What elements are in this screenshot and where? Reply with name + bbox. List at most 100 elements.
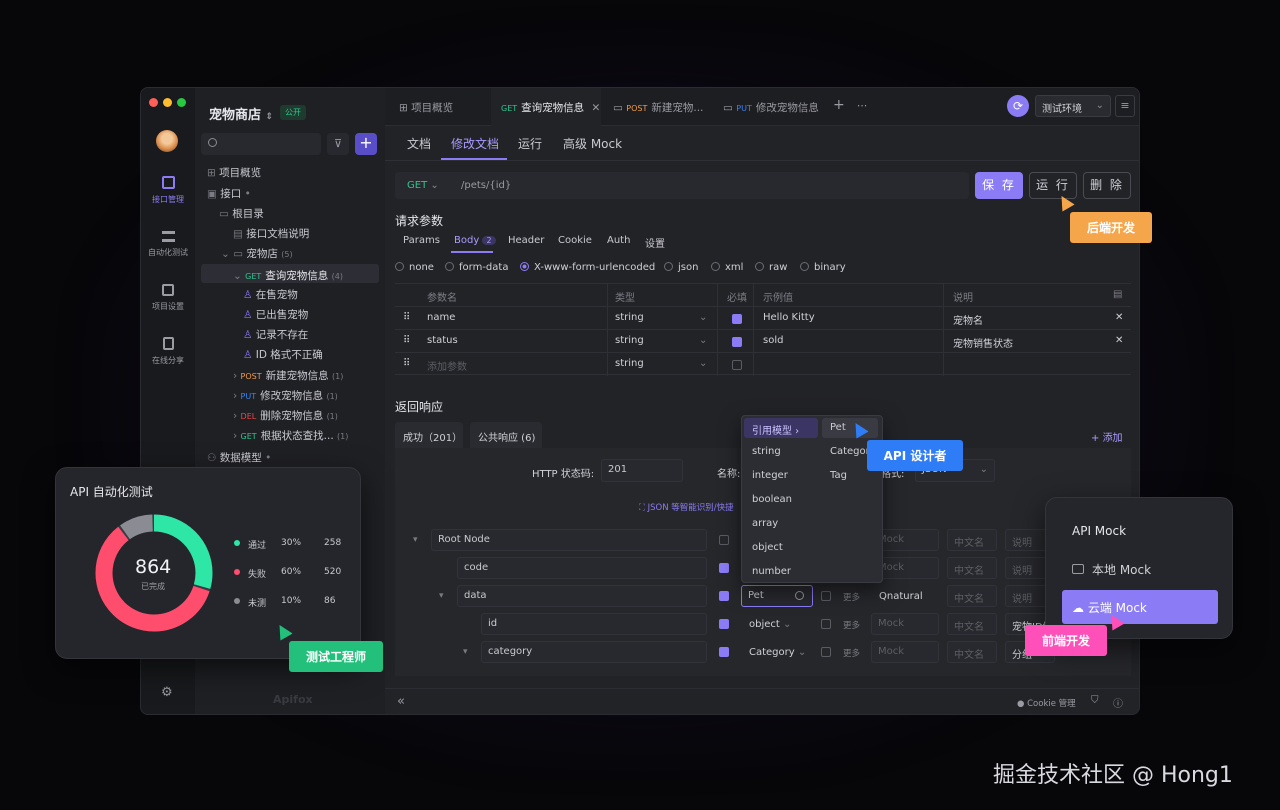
maximize-dot[interactable] [177, 98, 186, 107]
filter-button[interactable]: ⊽ [327, 133, 349, 155]
drag-handle-icon[interactable]: ⠿ [403, 335, 410, 346]
schema-id[interactable]: id [481, 613, 707, 635]
radio-urlencoded[interactable]: X-www-form-urlencoded [520, 262, 655, 273]
project-title[interactable]: 宠物商店 ⇕ [209, 104, 273, 123]
cn-name-input[interactable]: 中文名 [947, 613, 997, 635]
response-tab-common[interactable]: 公共响应 (6) [470, 422, 542, 448]
more-link[interactable]: 更多 [843, 619, 860, 631]
tree-root[interactable]: ▭ 根目录 [219, 206, 264, 221]
radio-json[interactable]: json [664, 262, 698, 273]
tree-api[interactable]: › DEL 删除宠物信息 (1) [233, 408, 338, 423]
type-option[interactable]: boolean [752, 494, 792, 505]
auth-tab[interactable]: Auth [607, 235, 630, 246]
more-link[interactable]: 更多 [843, 591, 860, 603]
mock-input[interactable]: Mock [871, 613, 939, 635]
expand-icon[interactable]: ▾ [439, 591, 444, 601]
tree-api[interactable]: › GET 根据状态查找... (1) [233, 428, 348, 443]
status-code-input[interactable]: 201 [601, 459, 683, 482]
save-button[interactable]: 保 存 [975, 172, 1023, 199]
add-response-button[interactable]: + 添加 [1091, 429, 1123, 444]
type-option[interactable]: integer [752, 470, 788, 481]
subtab-mock[interactable]: 高级 Mock [563, 135, 622, 152]
type-select[interactable]: object ⌄ [749, 619, 791, 630]
required-checkbox[interactable] [719, 647, 729, 657]
minimize-dot[interactable] [163, 98, 172, 107]
radio-xml[interactable]: xml [711, 262, 743, 273]
tree-models[interactable]: ⚇ 数据模型 • [207, 450, 271, 465]
params-tab[interactable]: Params [403, 235, 440, 246]
close-dot[interactable] [149, 98, 158, 107]
add-button[interactable]: + [355, 133, 377, 155]
cookie-manager[interactable]: ● Cookie 管理 [1017, 697, 1076, 709]
param-name[interactable]: name [427, 312, 455, 323]
method-select[interactable]: GET ⌄ [407, 180, 439, 191]
rail-item-settings[interactable]: 项目设置 [141, 284, 195, 312]
type-option[interactable]: string [752, 446, 781, 457]
param-desc[interactable]: 宠物销售状态 [953, 335, 1013, 350]
schema-root[interactable]: Root Node [431, 529, 707, 551]
help-icon[interactable]: ⓘ [1113, 695, 1123, 710]
body-tab[interactable]: Body 2 [454, 235, 496, 246]
tree-overview[interactable]: ⊞ 项目概览 [207, 165, 261, 180]
param-type[interactable]: string ⌄ [615, 335, 707, 346]
schema-code[interactable]: code [457, 557, 707, 579]
drag-handle-icon[interactable]: ⠿ [403, 312, 410, 323]
type-select[interactable]: Category ⌄ [749, 647, 806, 658]
type-option[interactable]: number [752, 566, 791, 577]
more-icon[interactable]: ⋯ [857, 100, 868, 112]
rail-item-api[interactable]: 接口管理 [141, 176, 195, 205]
url-input[interactable]: /pets/{id} [461, 180, 511, 191]
table-row[interactable] [395, 352, 1131, 375]
add-param-input[interactable]: 添加参数 [427, 358, 467, 373]
tree-interfaces[interactable]: ▣ 接口 • [207, 186, 251, 201]
collapse-button[interactable]: « [397, 694, 405, 709]
schema-data[interactable]: data [457, 585, 707, 607]
cn-name-input[interactable]: 中文名 [947, 585, 997, 607]
sync-icon[interactable]: ⟳ [1007, 95, 1029, 117]
nullable-checkbox[interactable] [821, 619, 831, 629]
tree-api[interactable]: › PUT 修改宠物信息 (1) [233, 388, 338, 403]
schema-category[interactable]: category [481, 641, 707, 663]
tree-case[interactable]: ♙ 在售宠物 [243, 287, 298, 302]
local-mock-option[interactable]: 本地 Mock [1072, 561, 1151, 578]
tree-folder[interactable]: ⌄ ▭ 宠物店 (5) [221, 246, 293, 261]
required-checkbox[interactable] [719, 535, 729, 545]
tree-api[interactable]: › POST 新建宠物信息 (1) [233, 368, 343, 383]
nullable-checkbox[interactable] [821, 647, 831, 657]
delete-button[interactable]: 删 除 [1083, 172, 1131, 199]
required-checkbox[interactable] [732, 314, 742, 324]
subtab-doc[interactable]: 文档 [407, 135, 431, 152]
remove-icon[interactable]: ✕ [1115, 312, 1123, 323]
cn-name-input[interactable]: 中文名 [947, 557, 997, 579]
new-tab-icon[interactable]: + [833, 97, 845, 113]
type-option[interactable]: array [752, 518, 778, 529]
search-input[interactable] [201, 133, 321, 155]
ref-model-item[interactable]: 引用模型 › [744, 418, 818, 438]
tree-case[interactable]: ♙ 记录不存在 [243, 327, 308, 342]
tab-overview[interactable]: ⊞ 项目概览 [399, 100, 453, 115]
cn-name-input[interactable]: 中文名 [947, 641, 997, 663]
tab-post[interactable]: ▭ POST 新建宠物... [613, 100, 703, 115]
expand-icon[interactable]: ▾ [463, 647, 468, 657]
param-type[interactable]: string ⌄ [615, 312, 707, 323]
radio-none[interactable]: none [395, 262, 434, 273]
cookie-tab[interactable]: Cookie [558, 235, 592, 246]
subtab-run[interactable]: 运行 [518, 135, 542, 152]
param-type[interactable]: string ⌄ [615, 358, 707, 369]
required-checkbox[interactable] [719, 563, 729, 573]
mock-value[interactable]: Qnatural [879, 591, 923, 602]
required-checkbox[interactable] [719, 591, 729, 601]
model-option[interactable]: Tag [830, 470, 847, 481]
tree-case[interactable]: ♙ 已出售宠物 [243, 307, 308, 322]
nullable-checkbox[interactable] [821, 591, 831, 601]
header-tab[interactable]: Header [508, 235, 544, 246]
type-search-input[interactable]: Pet [741, 585, 813, 607]
url-bar[interactable]: GET ⌄ /pets/{id} [395, 172, 969, 199]
tree-case[interactable]: ♙ ID 格式不正确 [243, 347, 323, 362]
menu-icon[interactable]: ≡ [1115, 95, 1135, 117]
radio-form-data[interactable]: form-data [445, 262, 508, 273]
radio-binary[interactable]: binary [800, 262, 846, 273]
param-example[interactable]: sold [763, 335, 783, 346]
cn-name-input[interactable]: 中文名 [947, 529, 997, 551]
close-icon[interactable]: ✕ [591, 102, 600, 114]
